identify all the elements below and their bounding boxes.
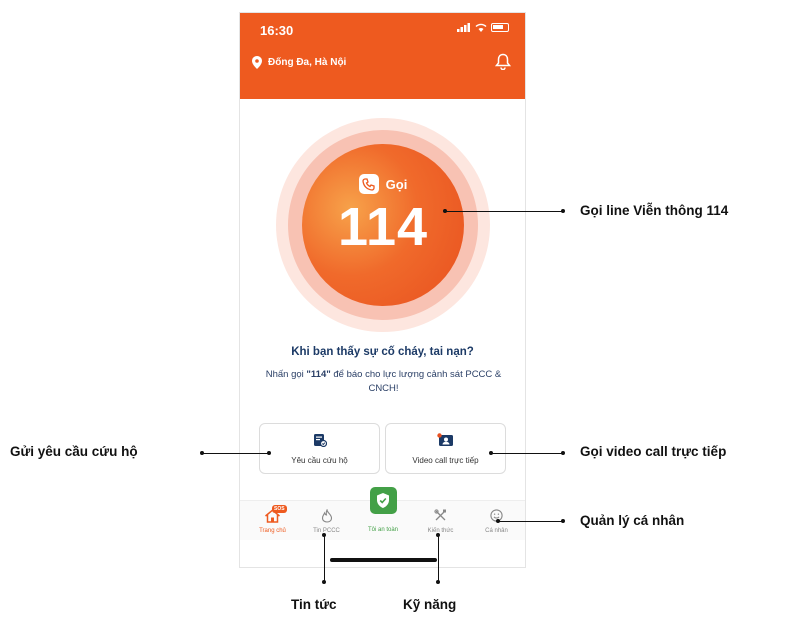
nav-home[interactable]: SOS Trang chủ: [244, 501, 301, 541]
tools-icon: [434, 509, 446, 521]
sos-tag: SOS: [272, 505, 287, 513]
callout-line-skills: [438, 535, 439, 582]
signal-icon: [457, 23, 470, 32]
shield-check-icon: [377, 493, 389, 508]
call-instruction: Nhấn gọi "114" để báo cho lực lượng cảnh…: [260, 368, 507, 396]
video-call-icon: [436, 433, 453, 446]
callout-dot-personal-end: [561, 519, 565, 523]
call-label: Gọi: [385, 176, 408, 192]
callout-call-114: Gọi line Viễn thông 114: [580, 203, 729, 218]
flame-icon: [321, 509, 332, 523]
nav-safe[interactable]: Tôi an toàn: [362, 487, 404, 540]
rescue-request-label: Yêu cầu cứu hộ: [291, 456, 348, 465]
callout-line-personal: [498, 521, 563, 522]
emergency-question: Khi bạn thấy sự cố cháy, tai nạn?: [291, 346, 474, 358]
callout-line-rescue: [202, 453, 269, 454]
callout-line-news: [324, 535, 325, 582]
nav-knowledge[interactable]: Kiến thức: [412, 501, 469, 541]
nav-profile-label: Cá nhân: [485, 528, 508, 534]
callout-news: Tin tức: [291, 597, 337, 612]
status-icons: [457, 23, 509, 32]
instruction-suffix: để báo cho lực lượng cảnh sát PCCC & CNC…: [330, 369, 502, 394]
rescue-request-icon: [313, 434, 327, 447]
sos-call-halo: Gọi 114: [276, 118, 490, 332]
instruction-number: "114": [306, 369, 331, 380]
nav-safe-label: Tôi an toàn: [367, 527, 399, 533]
callout-skills: Kỹ năng: [403, 597, 457, 612]
location-selector[interactable]: Đống Đa, Hà Nội: [252, 56, 346, 69]
video-call-button[interactable]: Video call trực tiếp: [385, 423, 506, 474]
callout-personal: Quản lý cá nhân: [580, 513, 685, 528]
callout-dot-news-end: [322, 580, 326, 584]
phone-icon: [358, 174, 379, 194]
rescue-request-button[interactable]: Yêu cầu cứu hộ: [259, 423, 380, 474]
app-header: 16:30 Đống Đa, Hà Nội: [240, 13, 525, 99]
callout-dot-rescue-end: [267, 451, 271, 455]
callout-video-call: Gọi video call trực tiếp: [580, 444, 727, 459]
emergency-number: 114: [337, 197, 429, 257]
battery-icon: [491, 23, 509, 32]
nav-news[interactable]: Tin PCCC: [298, 501, 355, 541]
wifi-icon: [475, 23, 487, 32]
sos-call-ring: Gọi 114: [288, 130, 478, 320]
nav-knowledge-label: Kiến thức: [427, 528, 454, 534]
nav-news-label: Tin PCCC: [313, 528, 340, 534]
callout-dot-call-end: [561, 209, 565, 213]
location-pin-icon: [252, 56, 262, 69]
phone-screen: 16:30 Đống Đa, Hà Nội Gọi 114 Khi bạn th…: [239, 12, 526, 568]
status-time: 16:30: [260, 23, 294, 38]
call-114-button[interactable]: Gọi 114: [302, 144, 464, 306]
callout-line-video: [491, 453, 563, 454]
bell-icon[interactable]: [495, 53, 511, 70]
home-indicator: [330, 558, 437, 562]
location-label: Đống Đa, Hà Nội: [268, 57, 347, 68]
callout-line-call: [445, 211, 563, 212]
callout-dot-skills-end: [436, 580, 440, 584]
video-call-label: Video call trực tiếp: [412, 456, 479, 465]
call-label-row: Gọi: [302, 174, 464, 194]
callout-dot-video-end: [561, 451, 565, 455]
nav-home-label: Trang chủ: [259, 528, 286, 534]
callout-rescue-request: Gửi yêu cầu cứu hộ: [10, 444, 138, 459]
instruction-prefix: Nhấn gọi: [265, 369, 307, 380]
